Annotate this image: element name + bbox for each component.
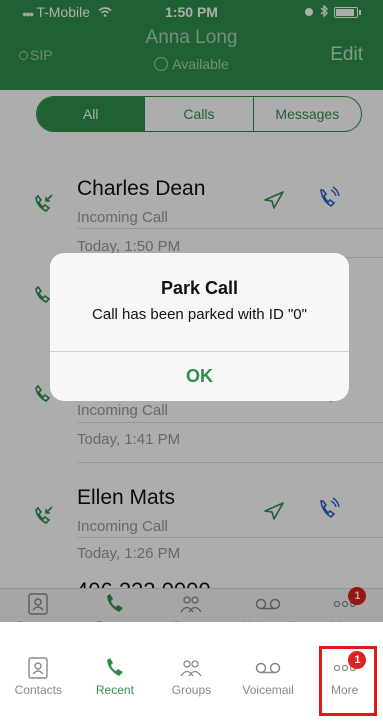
contacts-icon	[27, 653, 49, 683]
phone-screen: ●●● T-Mobile 1:50 PM SIP Anna Long Avail…	[0, 0, 383, 622]
tab-label: Recent	[95, 683, 134, 697]
tab-label: Groups	[171, 683, 212, 697]
phone-icon	[104, 653, 126, 683]
tab-voicemail[interactable]: Voicemail	[230, 653, 307, 709]
tab-recent[interactable]: Recent	[77, 653, 154, 709]
tab-label: Voicemail	[242, 683, 294, 697]
more-tab-highlight-box	[319, 646, 377, 716]
tab-contacts[interactable]: Contacts	[0, 653, 77, 709]
groups-icon	[179, 653, 203, 683]
park-call-alert: Park Call Call has been parked with ID "…	[50, 253, 349, 401]
tab-label: Contacts	[14, 683, 62, 697]
ok-button[interactable]: OK	[50, 351, 349, 401]
voicemail-icon	[255, 653, 281, 683]
tab-groups[interactable]: Groups	[153, 653, 230, 709]
alert-message: Call has been parked with ID "0"	[92, 306, 307, 323]
alert-title: Park Call	[160, 278, 239, 298]
